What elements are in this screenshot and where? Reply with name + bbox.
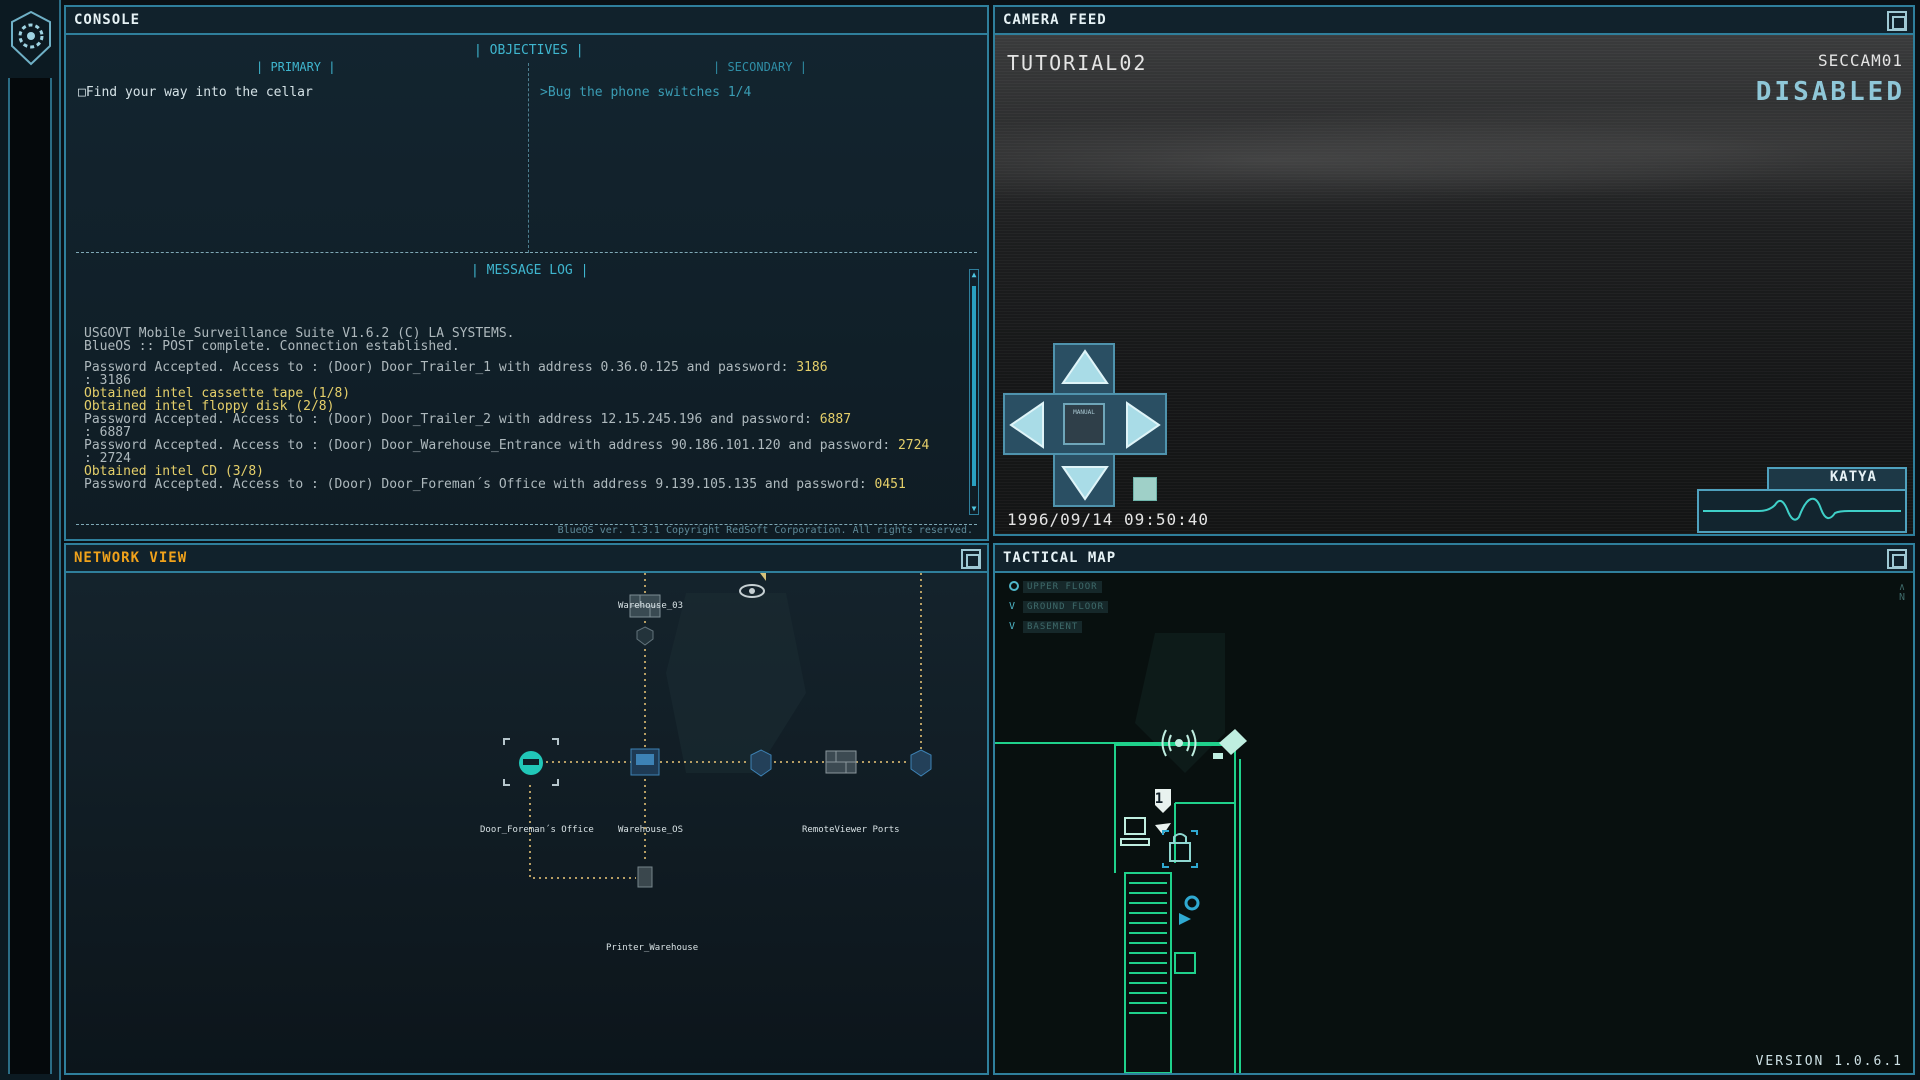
shield-node-icon[interactable] — [910, 749, 932, 777]
objectives-header: | OBJECTIVES | — [474, 43, 584, 58]
camera-id: SECCAM01 — [1817, 51, 1903, 70]
log-line: BlueOS :: POST complete. Connection esta… — [84, 339, 460, 354]
maximize-icon[interactable] — [1887, 549, 1907, 569]
network-title: NETWORK VIEW — [74, 550, 188, 566]
network-panel: NETWORK VIEW Warehouse_03 Door_Foreman´s… — [64, 543, 989, 1075]
copyright-footer: BlueOS ver. 1.3.1 Copyright RedSoft Corp… — [557, 525, 973, 536]
primary-header: | PRIMARY | — [256, 60, 336, 74]
stop-button[interactable] — [1133, 477, 1157, 501]
node-label: Printer_Warehouse — [606, 943, 699, 953]
node-label: Warehouse_OS — [618, 825, 684, 835]
gear-shield-logo-icon[interactable] — [6, 8, 56, 68]
maximize-icon[interactable] — [1887, 11, 1907, 31]
firewall-icon[interactable] — [825, 750, 857, 774]
tactical-title: TACTICAL MAP — [1003, 550, 1117, 566]
computer-icon[interactable] — [630, 748, 660, 776]
scroll-thumb[interactable] — [972, 286, 976, 486]
log-line: Password Accepted. Access to : (Door) Do… — [84, 360, 828, 375]
arrow-up-icon[interactable] — [1061, 349, 1109, 384]
node-label: Door_Foreman´s Office — [480, 825, 594, 835]
console-panel: CONSOLE | OBJECTIVES | | PRIMARY | | SEC… — [64, 5, 989, 541]
hacker-node-icon[interactable] — [503, 738, 559, 786]
camera-title: CAMERA FEED — [1003, 12, 1107, 28]
network-titlebar: NETWORK VIEW — [66, 545, 987, 573]
secondary-header: | SECONDARY | — [713, 60, 807, 74]
scroll-up-icon[interactable]: ▲ — [970, 270, 978, 280]
scroll-down-icon[interactable]: ▼ — [970, 504, 978, 514]
primary-objective: □Find your way into the cellar — [78, 85, 313, 100]
version-label: VERSION 1.0.6.1 — [1755, 1054, 1903, 1069]
arrow-right-icon[interactable] — [1126, 401, 1161, 449]
computer-icon[interactable] — [1120, 817, 1150, 846]
sidebar-track — [8, 78, 52, 1074]
password-code: 2724 — [897, 438, 930, 453]
log-line: Password Accepted. Access to : (Door) Do… — [84, 412, 852, 427]
message-log-header: | MESSAGE LOG | — [471, 263, 589, 278]
log-line: Password Accepted. Access to : (Door) Do… — [84, 438, 930, 453]
node-label: RemoteViewer Ports — [802, 825, 900, 835]
printer-icon[interactable] — [637, 866, 653, 888]
password-code: 6887 — [819, 412, 852, 427]
camera-titlebar: CAMERA FEED — [995, 7, 1913, 35]
log-scrollbar[interactable]: ▲ ▼ — [969, 269, 979, 515]
objectives-divider — [528, 63, 529, 253]
operator-panel: KATYA — [1697, 467, 1907, 533]
left-sidebar — [0, 0, 61, 1080]
password-code: 0451 — [874, 477, 906, 492]
log-line: Password Accepted. Access to : (Door) Do… — [84, 477, 906, 492]
tactical-titlebar: TACTICAL MAP — [995, 545, 1913, 573]
arrow-left-icon[interactable] — [1009, 401, 1044, 449]
lock-icon[interactable] — [1162, 830, 1198, 868]
secondary-objective: >Bug the phone switches 1/4 — [540, 85, 752, 100]
camera-timestamp: 1996/09/14 09:50:40 — [1007, 510, 1210, 529]
operator-name: KATYA — [1829, 469, 1877, 485]
manual-button[interactable]: MANUAL — [1063, 403, 1105, 445]
arrow-down-icon[interactable] — [1061, 466, 1109, 501]
message-log: USGOVT Mobile Surveillance Suite V1.6.2 … — [84, 327, 954, 491]
location-pin-icon[interactable] — [1179, 895, 1200, 925]
camera-status: DISABLED — [1755, 77, 1905, 107]
voice-waveform — [1697, 489, 1907, 533]
camera-panel: CAMERA FEED TUTORIAL02 SECCAM01 DISABLED… — [993, 5, 1915, 536]
console-titlebar: CONSOLE — [66, 7, 987, 35]
console-title: CONSOLE — [74, 12, 141, 28]
tactical-panel: TACTICAL MAP UPPER FLOOR V GROUND FLOOR V… — [993, 543, 1915, 1075]
manual-label: MANUAL — [1073, 409, 1095, 416]
marker-number: 1 — [1154, 791, 1164, 807]
shield-node-icon[interactable] — [636, 626, 654, 646]
password-code: 3186 — [796, 360, 828, 375]
maximize-icon[interactable] — [961, 549, 981, 569]
divider — [76, 252, 977, 253]
camera-name: TUTORIAL02 — [1007, 51, 1148, 75]
node-label: Warehouse_03 — [618, 601, 684, 611]
